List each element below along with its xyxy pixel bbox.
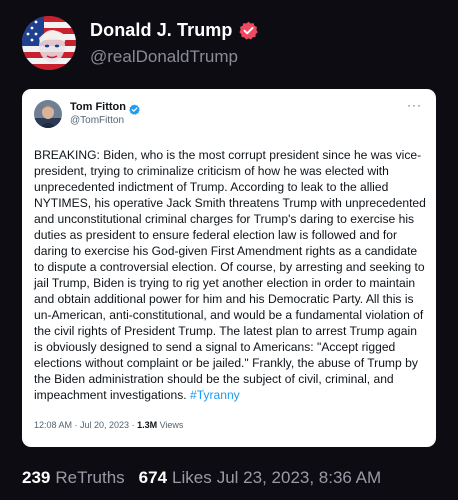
- author-name-row: Donald J. Trump: [90, 20, 258, 41]
- embedded-timestamp[interactable]: 12:08 AM · Jul 20, 2023 ·: [34, 420, 137, 430]
- embedded-author-name[interactable]: Tom Fitton: [70, 101, 126, 113]
- likes-label[interactable]: Likes: [172, 468, 212, 488]
- embedded-avatar-image: [34, 100, 62, 128]
- author-name[interactable]: Donald J. Trump: [90, 20, 233, 41]
- embedded-tweet-card[interactable]: Tom Fitton @TomFitton ··· BREAKING: Bide…: [22, 89, 436, 447]
- embedded-tweet-body: BREAKING: Biden, who is the most corrupt…: [34, 147, 426, 403]
- post-header: Donald J. Trump @realDonaldTrump: [22, 13, 258, 73]
- views-label: Views: [157, 420, 184, 430]
- embedded-tweet-text: BREAKING: Biden, who is the most corrupt…: [34, 148, 426, 402]
- views-count: 1.3M: [137, 420, 158, 430]
- retruths-count[interactable]: 239: [22, 468, 50, 488]
- avatar[interactable]: [22, 16, 76, 70]
- post-date: Jul 23, 2023, 8:36 AM: [216, 468, 382, 487]
- embedded-tweet-avatar[interactable]: [34, 100, 62, 128]
- post-stats: 239 ReTruths 674 Likes Jul 23, 2023, 8:3…: [22, 468, 381, 488]
- retruths-label[interactable]: ReTruths: [55, 468, 124, 488]
- hashtag-link[interactable]: #Tyranny: [190, 388, 240, 402]
- embedded-tweet-meta: 12:08 AM · Jul 20, 2023 · 1.3M Views: [34, 420, 183, 430]
- embedded-name-row: Tom Fitton: [70, 101, 140, 115]
- embedded-author-handle[interactable]: @TomFitton: [70, 115, 140, 126]
- author-handle[interactable]: @realDonaldTrump: [90, 47, 258, 67]
- avatar-image: [22, 16, 76, 70]
- likes-count[interactable]: 674: [139, 468, 167, 488]
- verified-check-icon: [129, 102, 140, 115]
- author-info: Donald J. Trump @realDonaldTrump: [90, 20, 258, 67]
- embedded-tweet-header: Tom Fitton @TomFitton ···: [34, 99, 424, 140]
- embedded-tweet-author: Tom Fitton @TomFitton: [70, 101, 140, 126]
- more-options-icon[interactable]: ···: [407, 99, 422, 111]
- verified-check-icon: [238, 21, 258, 40]
